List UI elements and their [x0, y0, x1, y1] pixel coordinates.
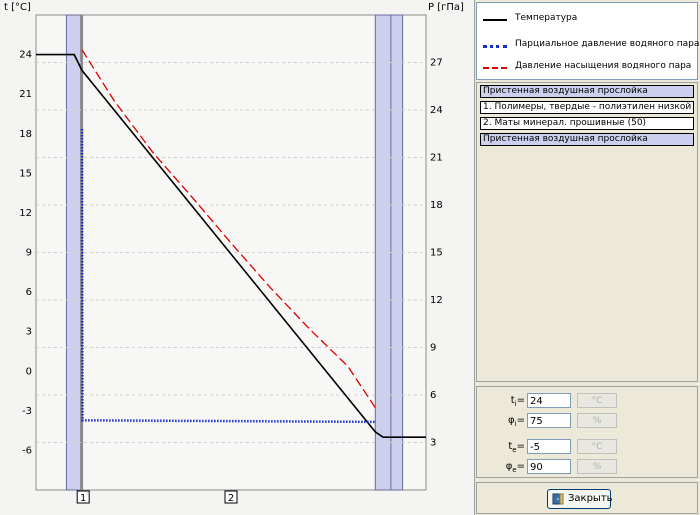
right-tick-label: 18: [430, 200, 443, 211]
legend-label: Температура: [515, 13, 578, 23]
param-label: φi=: [508, 415, 525, 428]
layer-marker-label: 1: [80, 493, 86, 504]
param-label: ti=: [510, 395, 525, 408]
legend-label: Парциальное давление водяного пара: [515, 39, 700, 49]
te-input[interactable]: -5: [527, 439, 571, 454]
layer-item[interactable]: Пристенная воздушная прослойка: [480, 133, 694, 146]
right-tick-label: 6: [430, 390, 436, 401]
phie-unit-button[interactable]: %: [577, 459, 617, 474]
bottom-panel: Закрыть: [476, 482, 698, 514]
right-tick-label: 9: [430, 343, 436, 354]
layer-marker-label: 2: [228, 493, 234, 504]
param-label: te=: [508, 441, 525, 454]
left-tick-label: -6: [22, 445, 32, 456]
right-tick-label: 15: [430, 248, 443, 259]
left-tick-label: 0: [26, 366, 32, 377]
left-tick-label: 18: [19, 129, 32, 140]
phii-unit-button[interactable]: %: [577, 413, 617, 428]
left-axis-title: t [°C]: [4, 2, 31, 13]
legend-item-partial: Парциальное давление водяного пара: [483, 39, 699, 53]
left-tick-label: 24: [19, 50, 32, 61]
left-tick-label: 3: [26, 327, 32, 338]
legend-panel: Температура Парциальное давление водяног…: [476, 2, 699, 80]
ti-input[interactable]: 24: [527, 393, 571, 408]
legend-item-temperature: Температура: [483, 13, 693, 27]
door-icon: [552, 493, 564, 505]
left-tick-label: 12: [19, 208, 32, 219]
right-tick-label: 3: [430, 438, 436, 449]
close-button-label: Закрыть: [568, 493, 613, 504]
close-button[interactable]: Закрыть: [547, 489, 613, 509]
right-tick-label: 27: [430, 58, 443, 69]
legend-item-saturation: Давление насыщения водяного пара: [483, 61, 693, 75]
param-te: te= -5 °C: [477, 439, 697, 457]
phie-input[interactable]: 90: [527, 459, 571, 474]
right-tick-label: 24: [430, 105, 443, 116]
param-phii: φi= 75 %: [477, 413, 697, 431]
param-ti: ti= 24 °C: [477, 393, 697, 411]
layer-item[interactable]: 1. Полимеры, твердые - полиэтилен низкой…: [480, 101, 694, 114]
layers-list: Пристенная воздушная прослойка 1. Полиме…: [476, 82, 698, 382]
left-tick-label: 21: [19, 89, 32, 100]
param-phie: φe= 90 %: [477, 459, 697, 477]
right-tick-label: 21: [430, 153, 443, 164]
right-tick-label: 12: [430, 295, 443, 306]
layer-item[interactable]: Пристенная воздушная прослойка: [480, 85, 694, 98]
ti-unit-button[interactable]: °C: [577, 393, 617, 408]
legend-label: Давление насыщения водяного пара: [515, 61, 692, 71]
left-tick-label: 9: [26, 248, 32, 259]
left-tick-label: -3: [22, 406, 32, 417]
te-unit-button[interactable]: °C: [577, 439, 617, 454]
chart-area: t [°C] 24 21 18 15 12 9 6 3 0 -3 -6 P [гПа] 27 24 21 18 1…: [0, 0, 475, 515]
left-tick-label: 15: [19, 168, 32, 179]
left-tick-label: 6: [26, 287, 32, 298]
params-panel: ti= 24 °C φi= 75 % te= -5 °C φe= 90 %: [476, 386, 698, 478]
phii-input[interactable]: 75: [527, 413, 571, 428]
right-axis-title: P [гПа]: [428, 2, 464, 13]
chart: t [°C]24211815129630-3-6P [гПа]272421181…: [4, 2, 464, 504]
param-label: φe=: [505, 461, 525, 474]
layer-item[interactable]: 2. Маты минерал. прошивные (50): [480, 117, 694, 130]
